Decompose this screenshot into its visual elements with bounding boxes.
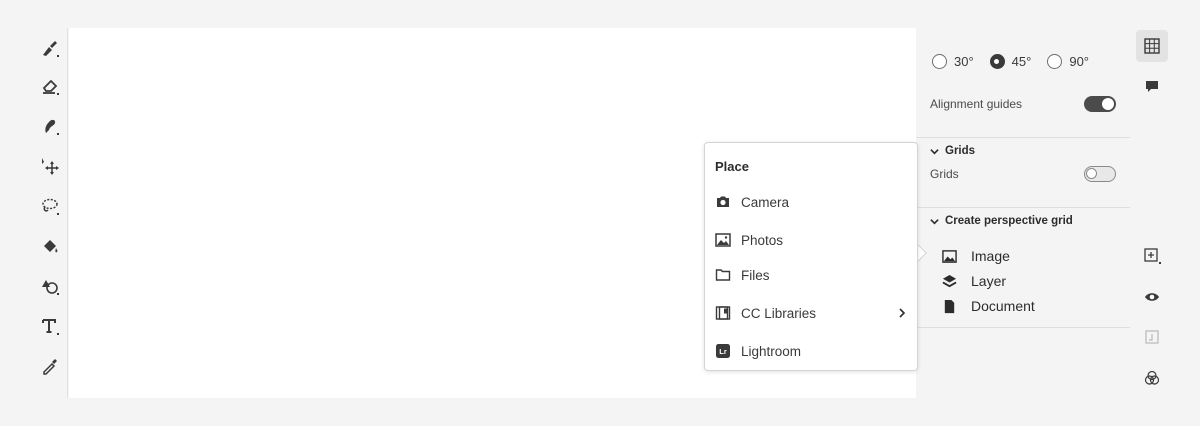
brush-icon (43, 41, 59, 57)
visibility-button[interactable] (1136, 281, 1168, 313)
add-square-icon (1144, 248, 1161, 264)
brush-tool[interactable] (36, 34, 64, 62)
place-popover: Place Camera Photos Files CC Libraries L… (704, 142, 918, 371)
blend-button[interactable] (1136, 362, 1168, 394)
left-toolbar (28, 28, 68, 398)
image-icon (942, 249, 957, 263)
menu-item-cc-libraries[interactable]: CC Libraries (715, 301, 907, 325)
radio-45[interactable] (989, 54, 1005, 69)
angle-90-option[interactable]: 90° (1047, 54, 1089, 69)
grids-section-header[interactable]: Grids (930, 145, 975, 157)
paint-bucket-icon (44, 240, 58, 253)
lasso-tool[interactable] (36, 192, 64, 220)
merge-button[interactable] (1136, 321, 1168, 353)
radio-30[interactable] (932, 54, 947, 69)
smudge-tool[interactable] (36, 112, 64, 140)
transform-tool[interactable] (36, 152, 64, 180)
alignment-guides-toggle[interactable] (1084, 96, 1116, 112)
right-rail (1130, 28, 1174, 398)
folder-icon (715, 269, 731, 281)
perspective-panel: 30° 45° 90° Alignment guides Grids Grids… (916, 28, 1130, 398)
eraser-icon (42, 79, 59, 95)
grid-panel-button[interactable] (1136, 30, 1168, 62)
angle-45-label: 45° (1011, 54, 1032, 69)
libraries-icon (715, 306, 731, 320)
photos-icon (715, 233, 731, 247)
menu-item-label: Camera (741, 194, 790, 210)
create-from-image[interactable]: Image (942, 248, 1010, 264)
divider (916, 327, 1130, 328)
divider (916, 207, 1130, 208)
chevron-down-icon (930, 148, 939, 154)
create-from-layer[interactable]: Layer (942, 273, 1006, 289)
shape-tool[interactable] (36, 272, 64, 300)
angle-45-option[interactable]: 45° (989, 54, 1032, 69)
menu-item-label: Photos (741, 232, 784, 248)
shapes-icon (42, 280, 59, 295)
menu-item-label: CC Libraries (741, 305, 817, 321)
create-grid-section-header[interactable]: Create perspective grid (930, 215, 1073, 227)
popover-title: Place (715, 159, 749, 174)
transform-icon (42, 158, 59, 175)
lightroom-icon: Lr (716, 344, 730, 358)
blend-icon (1144, 370, 1160, 385)
comment-icon (1146, 81, 1158, 92)
merge-icon (1145, 330, 1159, 344)
menu-item-lightroom[interactable]: Lr Lightroom (715, 339, 907, 363)
fill-tool[interactable] (36, 232, 64, 260)
text-icon (42, 319, 59, 335)
create-from-document[interactable]: Document (942, 298, 1035, 314)
grids-section-title: Grids (945, 145, 976, 157)
chevron-right-icon (899, 308, 906, 318)
svg-text:Lr: Lr (719, 347, 727, 356)
grids-label: Grids (930, 167, 959, 181)
angle-30-option[interactable]: 30° (932, 54, 974, 69)
menu-item-label: Lightroom (741, 343, 802, 359)
add-layer-button[interactable] (1136, 240, 1168, 272)
eyedropper-tool[interactable] (36, 352, 64, 380)
angle-30-label: 30° (954, 54, 974, 69)
radio-90[interactable] (1047, 54, 1063, 69)
menu-item-photos[interactable]: Photos (715, 228, 907, 252)
smudge-icon (45, 119, 59, 135)
document-icon (944, 299, 955, 313)
alignment-guides-row: Alignment guides (930, 96, 1116, 112)
menu-item-camera[interactable]: Camera (715, 190, 907, 214)
create-layer-label: Layer (971, 273, 1007, 289)
menu-item-label: Files (741, 267, 770, 283)
eraser-tool[interactable] (36, 72, 64, 100)
grids-row: Grids (930, 166, 1116, 182)
camera-icon (717, 196, 729, 207)
lasso-icon (42, 198, 59, 215)
eye-icon (1145, 293, 1159, 301)
eyedropper-icon (43, 359, 57, 375)
grids-toggle[interactable] (1084, 166, 1116, 182)
chevron-down-icon (930, 218, 939, 224)
divider (916, 137, 1130, 138)
comments-button[interactable] (1136, 70, 1168, 102)
text-tool[interactable] (36, 312, 64, 340)
angle-options: 30° 45° 90° (932, 54, 1105, 69)
alignment-guides-label: Alignment guides (930, 97, 1023, 111)
layers-icon (942, 274, 957, 287)
grid-icon (1144, 38, 1160, 54)
create-document-label: Document (971, 298, 1035, 314)
create-grid-section-title: Create perspective grid (945, 215, 1073, 227)
angle-90-label: 90° (1069, 54, 1090, 69)
menu-item-files[interactable]: Files (715, 263, 907, 287)
create-image-label: Image (971, 248, 1010, 264)
